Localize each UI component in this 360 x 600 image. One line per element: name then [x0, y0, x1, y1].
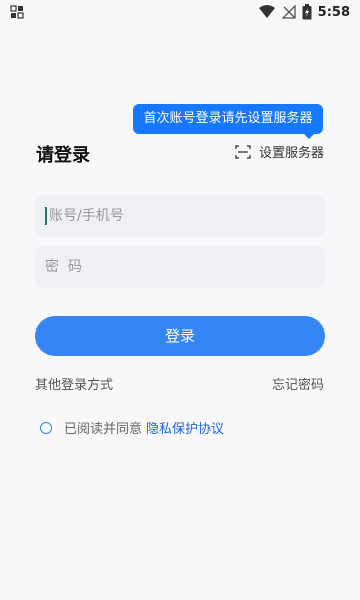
other-login-link[interactable]: 其他登录方式 — [35, 374, 113, 393]
account-field[interactable] — [35, 195, 325, 237]
forgot-password-link[interactable]: 忘记密码 — [272, 374, 324, 393]
tooltip-arrow — [303, 133, 315, 139]
agreement-radio[interactable] — [40, 421, 52, 434]
agreement-row: 已阅读并同意 隐私保护协议 — [40, 418, 224, 437]
no-signal-icon — [281, 5, 296, 19]
notification-app-icon — [10, 5, 24, 19]
text-cursor — [45, 207, 47, 225]
password-input[interactable] — [45, 246, 325, 288]
battery-icon — [302, 4, 312, 20]
status-time: 5:58 — [317, 4, 350, 20]
privacy-agreement-link[interactable]: 隐私保护协议 — [146, 418, 224, 437]
status-bar: 5:58 — [0, 0, 360, 24]
server-setup-tooltip: 首次账号登录请先设置服务器 — [133, 104, 323, 134]
wifi-icon — [258, 5, 275, 18]
account-input[interactable] — [49, 195, 325, 237]
scan-frame-icon — [235, 144, 251, 159]
password-field[interactable] — [35, 246, 325, 288]
set-server-label: 设置服务器 — [258, 146, 324, 161]
login-button[interactable]: 登录 — [35, 316, 325, 356]
page-title: 请登录 — [36, 145, 90, 166]
set-server-button[interactable]: 设置服务器 — [235, 142, 324, 161]
status-icons: 5:58 — [258, 2, 350, 22]
agreement-text: 已阅读并同意 — [64, 422, 143, 437]
